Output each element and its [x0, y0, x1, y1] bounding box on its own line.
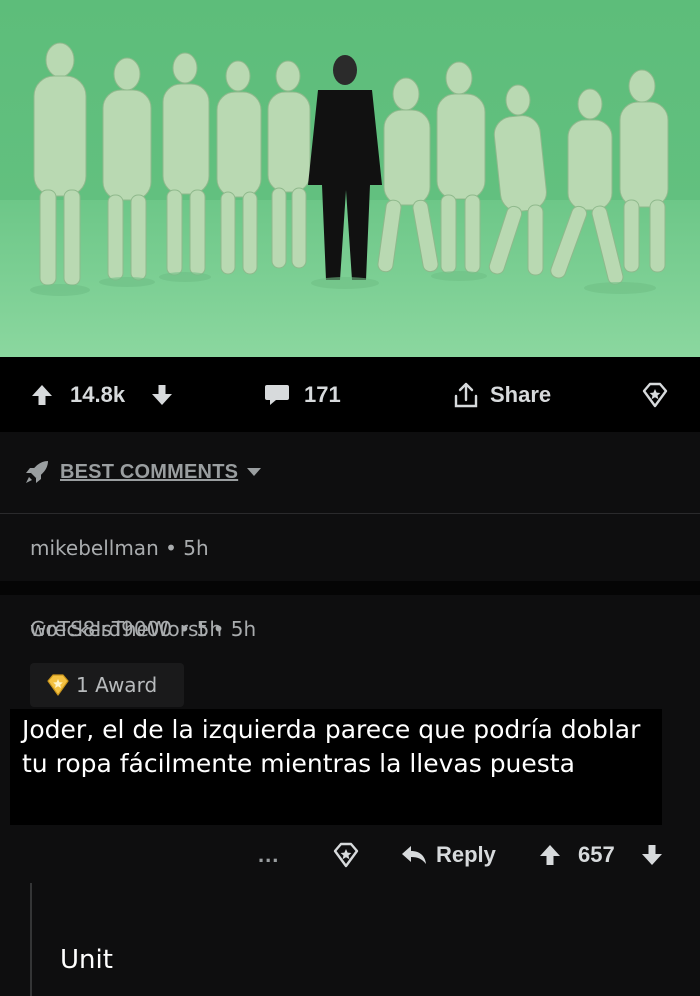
thread-line[interactable] — [30, 883, 32, 996]
comment-award-button[interactable] — [332, 833, 360, 877]
sort-label: BEST COMMENTS — [60, 460, 239, 483]
collapsed-comment[interactable]: mikebellman • 5h — [0, 514, 700, 581]
arrow-up-icon — [538, 843, 562, 867]
arrow-down-icon — [640, 843, 664, 867]
reply-label: Reply — [436, 842, 496, 867]
award-icon — [641, 381, 669, 409]
meta-separator: • — [165, 536, 184, 560]
gold-award-icon — [46, 673, 70, 697]
rocket-icon — [24, 459, 50, 485]
comment: GoTS8IsTheWorst • 5h 1 Award Joder, el d… — [0, 595, 700, 996]
reply-meta: wreckerd9000 • 5h — [30, 617, 222, 641]
post-downvote-button[interactable] — [150, 357, 174, 432]
post-score: 14.8k — [70, 357, 125, 432]
comment-meta: mikebellman • 5h — [30, 536, 209, 560]
share-label: Share — [490, 381, 552, 407]
more-options-button[interactable]: ... — [258, 833, 279, 877]
post-image[interactable] — [0, 0, 700, 357]
post-score-value: 14.8k — [70, 381, 126, 407]
reply-age: 5h — [196, 617, 223, 641]
comments-count: 171 — [304, 381, 341, 407]
award-badge[interactable]: 1 Award — [30, 663, 184, 707]
give-award-button[interactable] — [641, 357, 669, 432]
comment-downvote-button[interactable] — [640, 833, 664, 877]
reply-button[interactable]: Reply — [400, 833, 496, 877]
reply-author[interactable]: wreckerd9000 — [30, 617, 172, 641]
comment-author[interactable]: mikebellman — [30, 536, 159, 560]
share-icon — [452, 381, 480, 409]
share-button[interactable]: Share — [452, 357, 551, 432]
award-count: 1 Award — [76, 673, 158, 697]
more-options-label: ... — [258, 842, 280, 867]
comment-icon — [264, 383, 290, 407]
arrow-up-icon — [30, 383, 54, 407]
comment-age: 5h — [183, 536, 209, 560]
post-action-bar: 14.8k 171 Share — [0, 357, 700, 432]
comments-button[interactable]: 171 — [264, 357, 341, 432]
reply-body: Unit — [60, 945, 113, 975]
comment-divider — [0, 581, 700, 595]
comment-action-bar: ... Reply 657 — [0, 833, 700, 877]
post-upvote-button[interactable] — [30, 357, 54, 432]
caret-down-icon — [246, 467, 262, 477]
comment-upvote-button[interactable]: 657 — [538, 833, 615, 877]
comment-sort-bar: BEST COMMENTS — [0, 432, 700, 514]
reply-icon — [400, 843, 428, 867]
arrow-down-icon — [150, 383, 174, 407]
meta-separator: • — [178, 617, 197, 641]
comment-body: Joder, el de la izquierda parece que pod… — [10, 709, 662, 825]
award-icon — [332, 841, 360, 869]
comment-score: 657 — [578, 842, 615, 867]
sort-dropdown[interactable]: BEST COMMENTS — [24, 459, 262, 485]
comment-age: 5h — [230, 617, 257, 641]
post-image-illustration — [0, 0, 700, 357]
